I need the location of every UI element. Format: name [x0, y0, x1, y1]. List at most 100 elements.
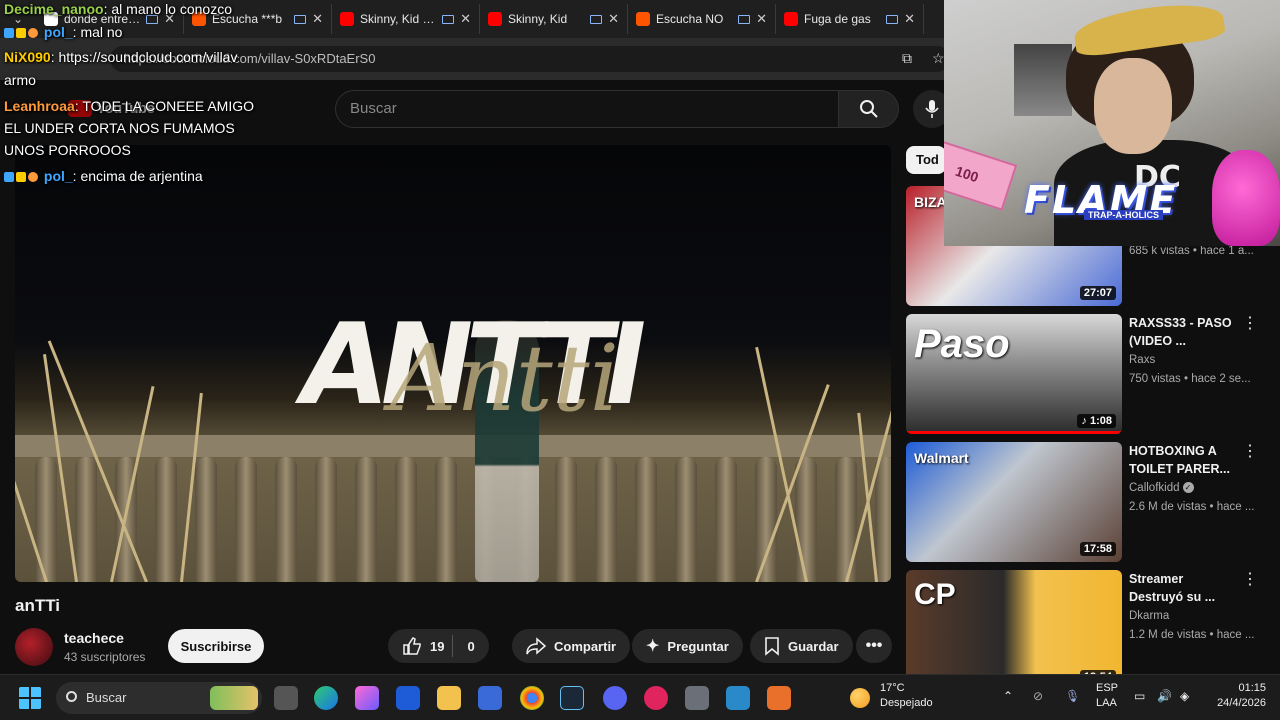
- more-vertical-icon[interactable]: ⋮: [1242, 572, 1258, 588]
- thumbs-up-icon[interactable]: [402, 636, 422, 656]
- video-title: anTTi: [15, 596, 61, 615]
- search-input[interactable]: Buscar: [335, 90, 839, 128]
- like-dislike-group: 19 0: [388, 629, 489, 663]
- recommendation-channel[interactable]: Dkarma: [1129, 610, 1169, 622]
- input-language[interactable]: ESP LAA: [1096, 681, 1118, 711]
- baluster-shape: [595, 457, 617, 582]
- channel-label: Dkarma: [1129, 610, 1170, 622]
- recommendation-title[interactable]: HOTBOXING A TOILET PARER...: [1129, 442, 1239, 478]
- recommendation-item[interactable]: Walmart 17:58 HOTBOXING A TOILET PARER... C…: [906, 442, 1266, 562]
- recommendation-thumbnail[interactable]: Paso ♪ 1:08: [906, 314, 1122, 434]
- recommendation-meta: 1.2 M de vistas • hace ...: [1129, 629, 1255, 641]
- search-highlight-icon[interactable]: [210, 686, 258, 710]
- share-button[interactable]: Compartir: [512, 629, 631, 663]
- recommendation-thumbnail[interactable]: Walmart 17:58: [906, 442, 1122, 562]
- more-horizontal-icon: •••: [865, 637, 883, 654]
- video-player[interactable]: ANTTI Antti: [15, 145, 891, 582]
- tab-media-icon[interactable]: [738, 14, 751, 24]
- volume-icon[interactable]: 🔊: [1157, 689, 1172, 704]
- channel-avatar[interactable]: [15, 628, 53, 666]
- bookmark-star-icon[interactable]: ☆: [932, 50, 945, 67]
- windows-start-icon[interactable]: [18, 686, 42, 710]
- tray-muted-app-icon[interactable]: ⊘: [1033, 689, 1043, 704]
- save-label: Guardar: [788, 638, 839, 654]
- chat-badge-icon: [16, 172, 26, 183]
- baluster-shape: [275, 457, 297, 582]
- duration-badge: 27:07: [1079, 286, 1116, 300]
- browser-tab[interactable]: Escucha NO ✕: [628, 4, 776, 34]
- chat-text: : al mano lo conozco: [103, 1, 232, 17]
- fl-studio-icon[interactable]: [767, 686, 791, 710]
- browser-tab[interactable]: Fuga de gas ✕: [776, 4, 924, 34]
- more-vertical-icon[interactable]: ⋮: [1242, 444, 1258, 460]
- recommendation-title[interactable]: Streamer Destruyó su ...: [1129, 570, 1239, 606]
- app-blue-icon[interactable]: [726, 686, 750, 710]
- chat-text: UNOS PORROOOS: [4, 142, 131, 158]
- recommendation-thumbnail[interactable]: CP18:54: [906, 570, 1122, 690]
- outlook-icon[interactable]: [396, 686, 420, 710]
- tab-media-icon[interactable]: [886, 14, 899, 24]
- like-divider: [452, 635, 454, 657]
- store-icon[interactable]: [478, 686, 502, 710]
- money-bill-image: 100: [944, 137, 1018, 211]
- share-label: Compartir: [554, 638, 617, 654]
- channel-label: Callofkidd: [1129, 482, 1180, 494]
- channel-name[interactable]: teachece: [64, 630, 124, 646]
- settings-gear-icon[interactable]: [685, 686, 709, 710]
- recommendation-channel[interactable]: Callofkidd ✓: [1129, 482, 1194, 494]
- thumbnail-text: Walmart: [914, 450, 969, 466]
- chat-overlay: Decime_nanoo: al mano lo conozco pol_: m…: [0, 0, 380, 200]
- battery-icon[interactable]: ◈: [1180, 689, 1189, 704]
- search-icon: [66, 691, 77, 702]
- thumbnail-text: CP: [914, 578, 956, 611]
- chat-username: Decime_nanoo: [4, 1, 104, 17]
- clock-date: 24/4/2026: [1217, 697, 1266, 709]
- recommendation-title[interactable]: RAXSS33 - PASO (VIDEO ...: [1129, 314, 1239, 350]
- save-button[interactable]: Guardar: [750, 629, 853, 663]
- edge-browser-icon[interactable]: [314, 686, 338, 710]
- chat-text: : encima de arjentina: [72, 168, 203, 184]
- subscribe-button[interactable]: Suscribirse: [168, 629, 264, 663]
- chat-message: pol_: mal no: [4, 24, 122, 40]
- file-explorer-icon[interactable]: [437, 686, 461, 710]
- tab-close-icon[interactable]: ✕: [904, 11, 915, 27]
- steam-icon[interactable]: [560, 686, 584, 710]
- share-icon: [526, 637, 546, 655]
- chat-badge-icon: [28, 172, 38, 183]
- chat-badge-icon: [4, 172, 14, 183]
- install-app-icon[interactable]: ⧉: [902, 50, 912, 67]
- copilot-icon[interactable]: [355, 686, 379, 710]
- recommendation-item[interactable]: Paso ♪ 1:08 RAXSS33 - PASO (VIDEO ... Raxs 7…: [906, 314, 1266, 434]
- tab-media-icon[interactable]: [590, 14, 603, 24]
- search-button[interactable]: [839, 90, 899, 128]
- more-vertical-icon[interactable]: ⋮: [1242, 316, 1258, 332]
- clock[interactable]: 01:15 24/4/2026: [1210, 681, 1266, 711]
- app-red-icon[interactable]: [644, 686, 668, 710]
- chrome-icon[interactable]: [520, 686, 544, 710]
- ask-button[interactable]: ✦ Preguntar: [632, 629, 743, 663]
- recommendation-item[interactable]: CP18:54Streamer Destruyó su ... Dkarma 1.2…: [906, 570, 1266, 690]
- soundcloud-icon: [636, 12, 650, 26]
- network-icon[interactable]: ▭: [1134, 689, 1145, 704]
- browser-tab[interactable]: Skinny, Kid ✕: [480, 4, 628, 34]
- tab-close-icon[interactable]: ✕: [460, 11, 471, 27]
- task-view-icon[interactable]: [274, 686, 298, 710]
- baluster-shape: [235, 457, 257, 582]
- baluster-shape: [355, 457, 377, 582]
- tab-media-icon[interactable]: [442, 14, 455, 24]
- ask-label: Preguntar: [667, 638, 729, 654]
- tray-expand-chevron-icon[interactable]: ⌃: [1003, 689, 1013, 704]
- tab-close-icon[interactable]: ✕: [756, 11, 767, 27]
- filter-chip-all[interactable]: Tod: [906, 146, 946, 174]
- tab-close-icon[interactable]: ✕: [608, 11, 619, 27]
- recommendation-channel[interactable]: Raxs: [1129, 354, 1155, 366]
- chat-text: : mal no: [72, 24, 123, 40]
- dislike-count[interactable]: 0: [467, 639, 474, 654]
- tray-microphone-icon[interactable]: 🎙: [1065, 689, 1080, 704]
- more-actions-button[interactable]: •••: [856, 629, 892, 663]
- like-count[interactable]: 19: [430, 639, 444, 654]
- weather-widget[interactable]: 17°C Despejado: [880, 681, 933, 711]
- chat-username: pol_: [43, 24, 73, 40]
- baluster-shape: [555, 457, 577, 582]
- discord-icon[interactable]: [603, 686, 627, 710]
